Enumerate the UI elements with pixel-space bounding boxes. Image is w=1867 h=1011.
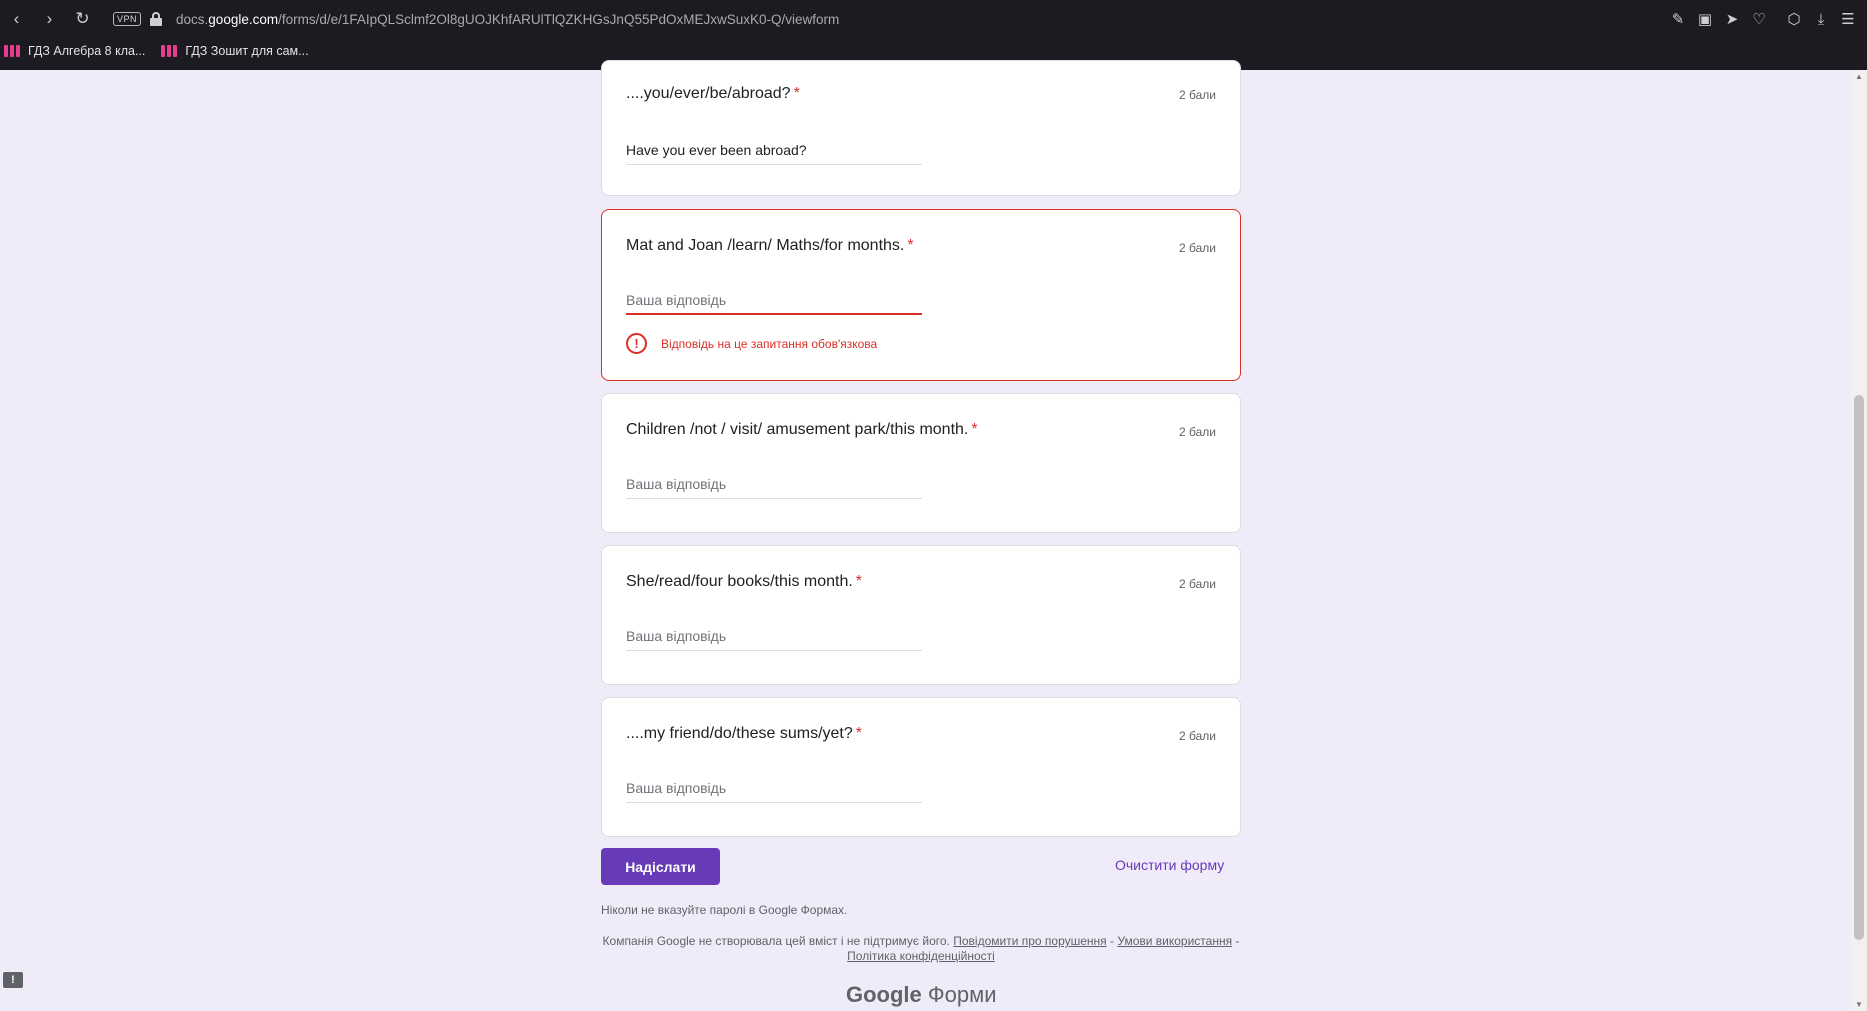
bookmarks-bar: ГДЗ Алгебра 8 кла... ГДЗ Зошит для сам..… xyxy=(0,40,321,62)
lock-icon[interactable] xyxy=(150,12,163,26)
vpn-badge[interactable]: VPN xyxy=(113,12,142,26)
back-icon[interactable]: ‹ xyxy=(0,0,33,38)
download-icon[interactable]: ⤓ xyxy=(1808,6,1834,32)
menu-icon[interactable]: ☰ xyxy=(1835,6,1861,32)
question-title: ....you/ever/be/abroad? * xyxy=(626,85,800,102)
clear-form-button[interactable]: Очистити форму xyxy=(1115,857,1224,873)
send-icon[interactable]: ➤ xyxy=(1719,6,1745,32)
forward-icon[interactable]: › xyxy=(33,0,66,38)
bookmark-label: ГДЗ Алгебра 8 кла... xyxy=(28,44,146,58)
answer-input[interactable]: Ваша відповідь xyxy=(626,475,922,499)
bookmark-icon xyxy=(3,44,20,58)
submit-button[interactable]: Надіслати xyxy=(601,848,720,885)
bookmark-item[interactable]: ГДЗ Зошит для сам... xyxy=(160,44,309,58)
terms-link[interactable]: Умови використання xyxy=(1117,934,1232,948)
question-card: ....you/ever/be/abroad? * 2 бали Have you… xyxy=(601,60,1241,196)
edit-icon[interactable]: ✎ xyxy=(1665,6,1691,32)
browser-toolbar: ✎ ▣ ➤ ♡ ⬡ ⤓ ☰ xyxy=(1664,0,1861,38)
feedback-icon[interactable]: ! xyxy=(3,972,23,988)
report-abuse-link[interactable]: Повідомити про порушення xyxy=(953,934,1106,948)
scroll-down-icon[interactable]: ▼ xyxy=(1855,1000,1863,1009)
bookmark-icon xyxy=(160,44,178,58)
bookmark-label: ГДЗ Зошит для сам... xyxy=(185,44,309,58)
box-icon[interactable]: ⬡ xyxy=(1781,6,1807,32)
question-card: Children /not / visit/ amusement park/th… xyxy=(601,393,1241,533)
question-title: Children /not / visit/ amusement park/th… xyxy=(626,421,978,438)
question-card: ....my friend/do/these sums/yet? * 2 бали… xyxy=(601,697,1241,837)
required-asterisk: * xyxy=(971,421,978,438)
required-asterisk: * xyxy=(855,725,862,742)
bookmark-item[interactable]: ГДЗ Алгебра 8 кла... xyxy=(3,44,145,58)
question-points: 2 бали xyxy=(1179,425,1216,439)
question-points: 2 бали xyxy=(1179,577,1216,591)
required-asterisk: * xyxy=(855,573,863,590)
privacy-link[interactable]: Політика конфіденційності xyxy=(847,949,995,963)
question-points: 2 бали xyxy=(1179,88,1216,102)
google-forms-logo[interactable]: Google Форми xyxy=(846,982,997,1008)
required-asterisk: * xyxy=(793,85,800,102)
error-text: Відповідь на це запитання обов'язкова xyxy=(661,336,878,351)
error-icon: ! xyxy=(626,333,647,354)
heart-icon[interactable]: ♡ xyxy=(1746,6,1772,32)
answer-input[interactable]: Have you ever been abroad? xyxy=(626,141,922,165)
answer-input[interactable]: Ваша відповідь xyxy=(626,779,922,803)
question-title: She/read/four books/this month. * xyxy=(626,573,863,590)
question-points: 2 бали xyxy=(1179,729,1216,743)
password-note: Ніколи не вказуйте паролі в Google Форма… xyxy=(601,903,848,917)
answer-input[interactable]: Ваша відповідь xyxy=(626,291,922,315)
scrollbar[interactable]: ▲ ▼ xyxy=(1851,70,1867,1011)
answer-input[interactable]: Ваша відповідь xyxy=(626,627,922,651)
question-card: She/read/four books/this month. * 2 бали … xyxy=(601,545,1241,685)
error-message: ! Відповідь на це запитання обов'язкова xyxy=(626,333,877,354)
required-asterisk: * xyxy=(907,237,914,254)
scroll-up-icon[interactable]: ▲ xyxy=(1855,72,1863,81)
question-card-error: Mat and Joan /learn/ Maths/for months. * … xyxy=(601,209,1241,381)
address-bar-row: ‹ › ↻ VPN docs.google.com/forms/d/e/1FAI… xyxy=(0,0,1867,38)
reload-icon[interactable]: ↻ xyxy=(66,0,99,38)
disclaimer-text: Компанія Google не створювала цей вміст … xyxy=(602,934,950,948)
question-title: Mat and Joan /learn/ Maths/for months. * xyxy=(626,237,914,254)
disclaimer: Компанія Google не створювала цей вміст … xyxy=(602,934,1240,963)
scrollbar-thumb[interactable] xyxy=(1854,395,1864,940)
camera-icon[interactable]: ▣ xyxy=(1692,6,1718,32)
question-title: ....my friend/do/these sums/yet? * xyxy=(626,725,862,742)
url-field[interactable]: docs.google.com/forms/d/e/1FAIpQLSclmf2O… xyxy=(176,12,839,27)
question-points: 2 бали xyxy=(1179,241,1216,255)
